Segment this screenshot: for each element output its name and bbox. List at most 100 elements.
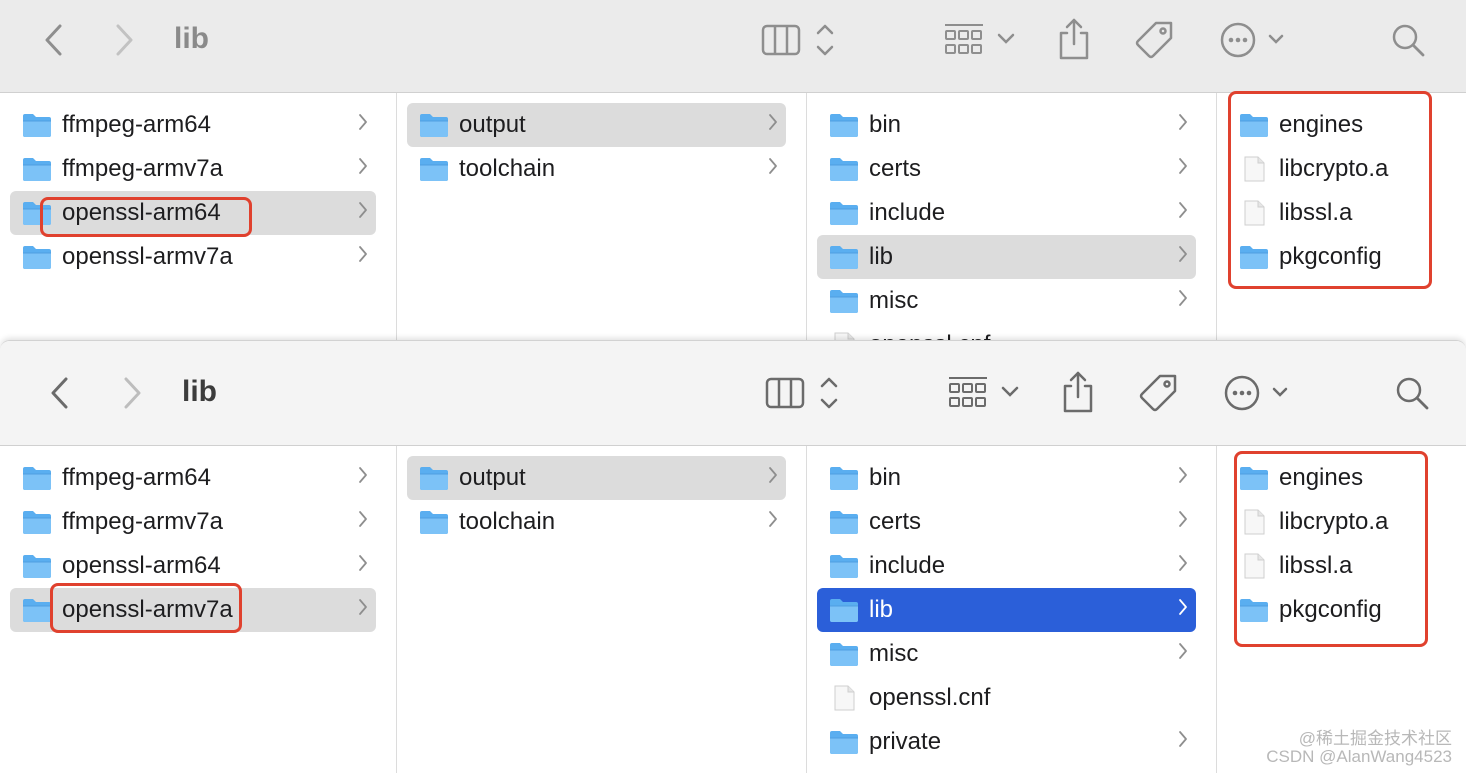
folder-item[interactable]: openssl-armv7a [10,235,376,279]
finder-window-top: lib ffmpeg-arm64 ffmpeg-armv7a openssl-arm… [0,0,1466,340]
tag-button[interactable] [1132,18,1176,62]
folder-item[interactable]: certs [817,500,1196,544]
column-3: bin certs include lib misc openssl.cnf [807,93,1217,340]
item-label: certs [869,508,922,535]
chevron-right-icon [768,157,778,181]
folder-item[interactable]: ffmpeg-armv7a [10,147,376,191]
item-label: misc [869,287,919,314]
item-label: output [459,111,526,138]
annotation-box [1228,91,1432,289]
folder-item[interactable]: output [407,103,786,147]
column-2: output toolchain [397,93,807,340]
chevron-right-icon [1178,730,1188,754]
folder-item[interactable]: lib [817,235,1196,279]
share-button[interactable] [1054,16,1094,62]
folder-item[interactable]: include [817,544,1196,588]
annotation-box [1234,451,1428,647]
watermark: @稀土掘金技术社区 CSDN @AlanWang4523 [1266,730,1452,766]
folder-icon [829,288,859,314]
share-button[interactable] [1058,369,1098,415]
chevron-right-icon [358,554,368,578]
folder-icon [829,244,859,270]
search-button[interactable] [1388,20,1428,60]
item-label: ffmpeg-arm64 [62,464,211,491]
chevron-right-icon [1178,289,1188,313]
chevron-right-icon [1178,113,1188,137]
item-label: ffmpeg-arm64 [62,111,211,138]
folder-icon [419,156,449,182]
item-label: output [459,464,526,491]
watermark-line2: CSDN @AlanWang4523 [1266,747,1452,766]
column-3: bin certs include lib misc openssl.cnf private [807,446,1217,773]
chevron-right-icon [124,377,141,409]
folder-item[interactable]: bin [817,456,1196,500]
item-label: bin [869,111,902,138]
search-button[interactable] [1392,373,1432,413]
forward-button[interactable] [106,20,142,60]
item-label: openssl-arm64 [62,552,221,579]
view-mode-button[interactable] [760,20,840,60]
item-label: certs [869,155,922,182]
item-label: openssl.cnf [869,332,990,341]
file-item[interactable]: openssl.cnf [817,676,1196,720]
folder-icon [829,156,859,182]
folder-item[interactable]: ffmpeg-arm64 [10,456,376,500]
folder-item[interactable]: openssl-arm64 [10,544,376,588]
folder-item[interactable]: lib [817,588,1196,632]
folder-item[interactable]: ffmpeg-arm64 [10,103,376,147]
chevron-right-icon [358,245,368,269]
grid-icon [949,377,1019,407]
item-label: lib [869,243,894,270]
annotation-box [50,583,242,633]
search-icon [1392,24,1425,57]
more-button[interactable] [1222,373,1292,413]
grid-icon [945,24,1015,54]
folder-item[interactable]: private [817,720,1196,764]
back-button[interactable] [42,373,78,413]
folder-item[interactable]: output [407,456,786,500]
chevron-right-icon [358,201,368,225]
folder-icon [829,509,859,535]
folder-item[interactable]: toolchain [407,147,786,191]
watermark-line1: @稀土掘金技术社区 [1298,729,1452,748]
folder-item[interactable]: bin [817,103,1196,147]
tag-icon [1135,21,1173,59]
tag-button[interactable] [1136,371,1180,415]
item-label: include [869,552,946,579]
folder-item[interactable]: include [817,191,1196,235]
column-2: output toolchain [397,446,807,773]
folder-item[interactable]: misc [817,632,1196,676]
group-button[interactable] [946,373,1026,413]
toolbar: lib [0,341,1466,446]
chevron-right-icon [768,113,778,137]
back-button[interactable] [36,20,72,60]
chevron-right-icon [1178,642,1188,666]
folder-icon [829,465,859,491]
forward-button[interactable] [114,373,150,413]
folder-item[interactable]: misc [817,279,1196,323]
item-label: openssl.cnf [869,684,991,711]
folder-icon [829,553,859,579]
ellipsis-circle-icon [1224,375,1288,411]
folder-item[interactable]: toolchain [407,500,786,544]
item-label: private [869,728,942,755]
toolbar: lib [0,0,1466,93]
annotation-box [40,197,252,237]
file-item[interactable]: openssl.cnf [817,323,1196,340]
item-label: misc [869,640,919,667]
item-label: lib [869,596,894,623]
chevron-right-icon [358,113,368,137]
view-mode-button[interactable] [764,373,844,413]
folder-icon [829,200,859,226]
folder-item[interactable]: certs [817,147,1196,191]
more-button[interactable] [1218,20,1288,60]
folder-item[interactable]: ffmpeg-armv7a [10,500,376,544]
item-label: toolchain [459,508,556,535]
folder-icon [419,509,449,535]
share-icon [1059,18,1089,60]
window-title: lib [182,375,217,408]
window-title: lib [174,22,209,55]
share-icon [1063,371,1093,413]
chevron-right-icon [358,466,368,490]
group-button[interactable] [942,20,1022,60]
